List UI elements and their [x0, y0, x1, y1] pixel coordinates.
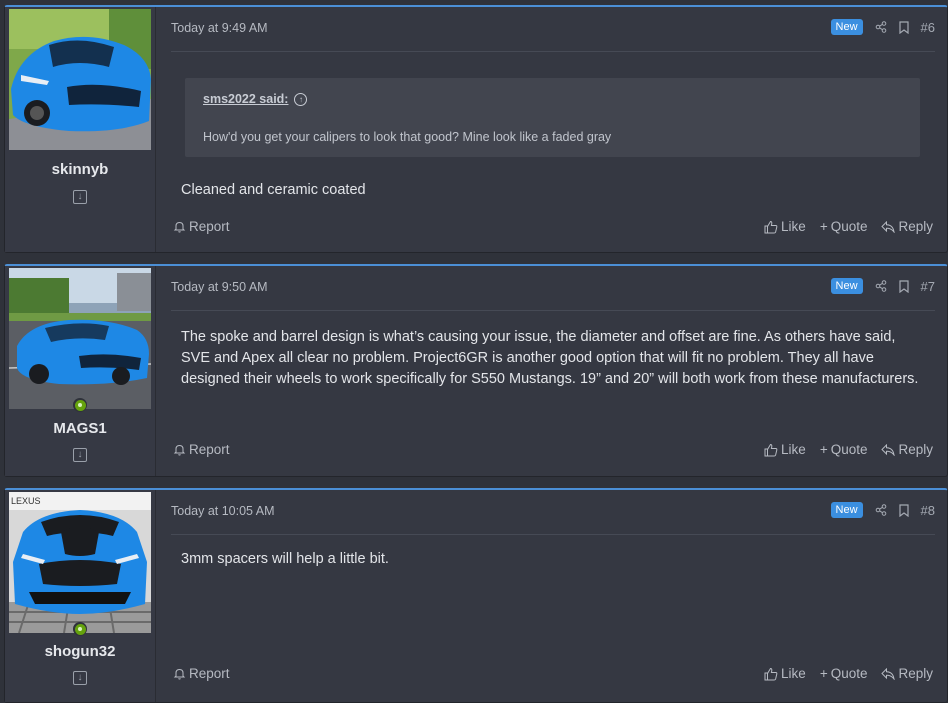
report-button[interactable]: Report [173, 666, 230, 681]
bookmark-icon[interactable] [898, 279, 909, 293]
avatar-sign: LEXUS [11, 496, 41, 506]
online-status-icon [73, 398, 87, 412]
post-message: Cleaned and ceramic coated [181, 182, 366, 198]
reply-icon [881, 443, 896, 456]
like-label: Like [781, 442, 806, 457]
download-icon[interactable]: ↓ [73, 448, 87, 462]
plus-icon: + [819, 442, 828, 457]
post-timestamp[interactable]: Today at 9:49 AM [171, 21, 268, 35]
avatar[interactable]: LEXUS [9, 492, 151, 633]
username[interactable]: skinnyb [5, 161, 155, 178]
reply-button[interactable]: Reply [881, 219, 933, 234]
username[interactable]: MAGS1 [5, 420, 155, 437]
quote-button[interactable]: + Quote [820, 666, 868, 681]
plus-icon: + [819, 666, 828, 681]
reply-label: Reply [898, 219, 933, 234]
share-icon[interactable] [875, 280, 887, 292]
bell-icon [173, 668, 186, 680]
post-7: MAGS1 ↓ Today at 9:50 AM New #7 The spok… [4, 264, 948, 477]
post-meta-actions: New #6 [830, 19, 935, 35]
reply-icon [881, 220, 896, 233]
post-6: skinnyb ↓ Today at 9:49 AM New #6 sms202… [4, 5, 948, 253]
like-button[interactable]: Like [764, 219, 806, 234]
thumbs-up-icon [764, 667, 778, 680]
new-badge: New [830, 19, 863, 35]
avatar[interactable] [9, 268, 151, 409]
bookmark-icon[interactable] [898, 20, 909, 34]
post-meta-actions: New #7 [830, 278, 935, 294]
download-icon[interactable]: ↓ [73, 190, 87, 204]
quote-author-label[interactable]: sms2022 said: [203, 92, 288, 106]
report-label: Report [189, 219, 230, 234]
post-timestamp[interactable]: Today at 9:50 AM [171, 280, 268, 294]
quote-block: sms2022 said: ↑ How'd you get your calipe… [185, 78, 920, 157]
bell-icon [173, 444, 186, 456]
post-timestamp[interactable]: Today at 10:05 AM [171, 504, 275, 518]
post-number[interactable]: #8 [921, 503, 935, 518]
post-number[interactable]: #7 [921, 279, 935, 294]
new-badge: New [830, 502, 863, 518]
divider [171, 534, 935, 535]
post-meta: Today at 9:49 AM New #6 [171, 19, 935, 39]
bookmark-icon[interactable] [898, 503, 909, 517]
thumbs-up-icon [764, 443, 778, 456]
like-label: Like [781, 666, 806, 681]
post-meta: Today at 9:50 AM New #7 [171, 278, 935, 298]
post-meta: Today at 10:05 AM New #8 [171, 502, 935, 522]
quote-label: Quote [830, 666, 868, 681]
thumbs-up-icon [764, 220, 778, 233]
user-column: skinnyb ↓ [5, 7, 156, 252]
reply-icon [881, 667, 896, 680]
like-button[interactable]: Like [764, 666, 806, 681]
quote-button[interactable]: + Quote [820, 442, 868, 457]
username[interactable]: shogun32 [5, 643, 155, 660]
share-icon[interactable] [875, 21, 887, 33]
new-badge: New [830, 278, 863, 294]
post-message: The spoke and barrel design is what’s ca… [181, 329, 919, 387]
like-label: Like [781, 219, 806, 234]
reply-button[interactable]: Reply [881, 442, 933, 457]
report-button[interactable]: Report [173, 442, 230, 457]
user-column: MAGS1 ↓ [5, 266, 156, 476]
post-actions: Like + Quote Reply [764, 219, 933, 234]
avatar[interactable] [9, 9, 151, 150]
post-8: LEXUS shogun32 ↓ Today at 10:05 AM New #… [4, 488, 948, 703]
report-button[interactable]: Report [173, 219, 230, 234]
post-number[interactable]: #6 [921, 20, 935, 35]
divider [171, 51, 935, 52]
online-status-icon [73, 622, 87, 636]
post-actions: Like + Quote Reply [764, 442, 933, 457]
user-column: LEXUS shogun32 ↓ [5, 490, 156, 702]
post-actions: Like + Quote Reply [764, 666, 933, 681]
plus-icon: + [819, 219, 828, 234]
arrow-up-circle-icon[interactable]: ↑ [294, 93, 308, 107]
quote-text: How'd you get your calipers to look that… [203, 130, 612, 144]
quote-button[interactable]: + Quote [820, 219, 868, 234]
report-label: Report [189, 442, 230, 457]
quote-label: Quote [830, 219, 868, 234]
divider [171, 310, 935, 311]
share-icon[interactable] [875, 504, 887, 516]
reply-label: Reply [898, 666, 933, 681]
reply-label: Reply [898, 442, 933, 457]
reply-button[interactable]: Reply [881, 666, 933, 681]
report-label: Report [189, 666, 230, 681]
quote-label: Quote [830, 442, 868, 457]
post-message: 3mm spacers will help a little bit. [181, 551, 389, 567]
quote-author[interactable]: sms2022 said: ↑ [203, 92, 308, 107]
like-button[interactable]: Like [764, 442, 806, 457]
bell-icon [173, 221, 186, 233]
post-meta-actions: New #8 [830, 502, 935, 518]
download-icon[interactable]: ↓ [73, 671, 87, 685]
